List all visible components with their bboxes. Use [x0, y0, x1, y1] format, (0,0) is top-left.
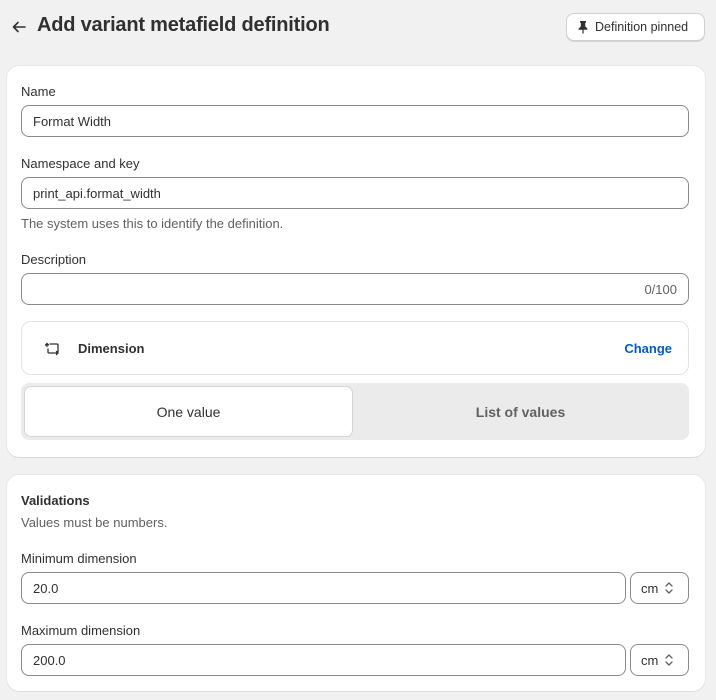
min-dimension-label: Minimum dimension — [21, 551, 137, 566]
max-dimension-value: 200.0 — [33, 652, 66, 668]
arrow-left-icon — [12, 21, 26, 33]
page-header: Add variant metafield definition Definit… — [0, 0, 716, 54]
definition-card: Name Format Width Namespace and key prin… — [7, 66, 705, 457]
namespace-label: Namespace and key — [21, 156, 140, 171]
min-dimension-value: 20.0 — [33, 580, 59, 596]
name-label: Name — [21, 84, 56, 99]
back-button[interactable] — [8, 16, 30, 38]
one-value-option[interactable]: One value — [25, 387, 352, 436]
namespace-input[interactable]: print_api.format_width — [21, 177, 689, 209]
type-selector: Dimension Change — [21, 321, 689, 375]
pin-button[interactable]: Definition pinned — [566, 13, 705, 41]
max-dimension-label: Maximum dimension — [21, 623, 141, 638]
type-name: Dimension — [78, 341, 145, 356]
min-unit-value: cm — [641, 580, 659, 596]
max-unit-value: cm — [641, 652, 659, 668]
validations-card: Validations Values must be numbers. Mini… — [7, 475, 705, 691]
select-chevron-icon — [665, 654, 673, 666]
change-type-link[interactable]: Change — [624, 341, 672, 356]
pin-icon — [578, 21, 588, 34]
pin-button-label: Definition pinned — [595, 20, 689, 34]
page-title: Add variant metafield definition — [37, 14, 330, 36]
min-dimension-input[interactable]: 20.0 — [21, 572, 626, 604]
name-input[interactable]: Format Width — [21, 105, 689, 137]
description-input[interactable]: 0/100 — [21, 273, 689, 305]
dimension-icon — [44, 342, 59, 356]
list-of-values-option[interactable]: List of values — [357, 387, 684, 436]
value-mode-toggle: One value List of values — [21, 383, 689, 440]
namespace-help-text: The system uses this to identify the def… — [21, 216, 284, 231]
validations-title: Validations — [21, 493, 90, 508]
max-dimension-input[interactable]: 200.0 — [21, 644, 626, 676]
max-unit-select[interactable]: cm — [630, 644, 689, 676]
name-input-value: Format Width — [33, 113, 112, 129]
select-chevron-icon — [665, 582, 673, 594]
min-unit-select[interactable]: cm — [630, 572, 689, 604]
description-label: Description — [21, 252, 87, 267]
namespace-input-value: print_api.format_width — [33, 185, 161, 201]
validations-subtitle: Values must be numbers. — [21, 515, 168, 530]
character-counter: 0/100 — [644, 281, 677, 297]
